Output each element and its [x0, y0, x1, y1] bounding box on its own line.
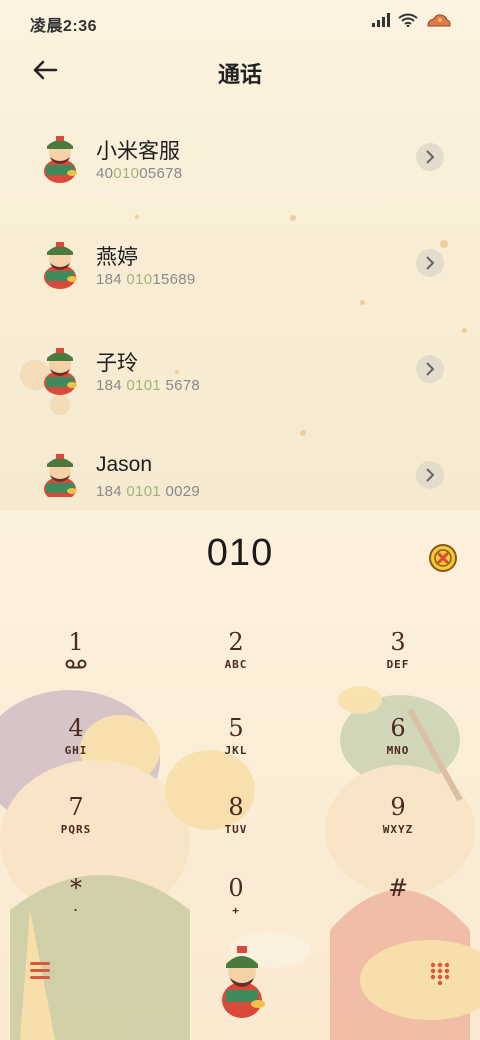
wifi-icon	[398, 13, 418, 27]
voicemail-icon	[65, 659, 87, 669]
avatar	[44, 242, 77, 289]
key-2[interactable]: 2 ABC	[171, 628, 301, 698]
status-bar: 凌晨2:36	[0, 0, 480, 44]
coin-icon[interactable]	[428, 543, 458, 573]
contact-detail-button[interactable]	[416, 355, 444, 383]
avatar	[44, 136, 77, 183]
key-digit: #	[387, 874, 409, 902]
key-letters: PQRS	[60, 823, 92, 836]
key-0[interactable]: 0 +	[171, 874, 301, 944]
contact-detail-button[interactable]	[416, 143, 444, 171]
key-8[interactable]: 8 TUV	[171, 793, 301, 863]
page-title: 通话	[217, 62, 262, 87]
key-6[interactable]: 6 MNO	[333, 714, 463, 784]
contact-name: Jason	[96, 453, 153, 476]
key-digit: *	[70, 874, 82, 902]
chevron-right-icon	[426, 468, 435, 482]
key-digit: 6	[390, 714, 406, 742]
signal-icon	[372, 13, 390, 27]
contact-row[interactable]: 燕婷 184 01015689	[0, 211, 480, 307]
contact-number: 184 0101 5678	[96, 377, 201, 394]
key-digit: 4	[68, 714, 84, 742]
contact-name: 子玲	[96, 352, 138, 375]
key-9[interactable]: 9 WXYZ	[333, 793, 463, 863]
contact-number: 4001005678	[96, 165, 183, 182]
avatar	[44, 454, 77, 497]
contact-number: 184 01015689	[96, 271, 196, 288]
contact-name: 燕婷	[96, 246, 138, 269]
key-digit: 7	[68, 793, 84, 821]
key-digit: 9	[390, 793, 406, 821]
contact-detail-button[interactable]	[416, 249, 444, 277]
key-letters: +	[232, 904, 240, 917]
contact-list: 小米客服 4001005678 燕婷 184 01015689 子玲 184 0…	[0, 105, 480, 497]
header: 通话	[0, 44, 480, 100]
dialpad-icon[interactable]	[430, 962, 450, 986]
dialed-number: 010	[206, 532, 274, 574]
chevron-right-icon	[426, 362, 435, 376]
contact-row[interactable]: Jason 184 0101 0029	[0, 423, 480, 497]
key-digit: 0	[228, 874, 244, 902]
key-hash[interactable]: #	[333, 874, 463, 944]
avatar	[44, 348, 77, 395]
key-digit: 5	[228, 714, 244, 742]
key-letters: ·	[72, 904, 80, 917]
key-digit: 8	[228, 793, 244, 821]
battery-icon	[427, 14, 451, 27]
contact-row[interactable]: 小米客服 4001005678	[0, 105, 480, 201]
key-3[interactable]: 3 DEF	[333, 628, 463, 698]
status-icons	[372, 12, 452, 28]
key-7[interactable]: 7 PQRS	[11, 793, 141, 863]
key-5[interactable]: 5 JKL	[171, 714, 301, 784]
key-1[interactable]: 1	[11, 628, 141, 698]
status-time: 凌晨2:36	[30, 18, 98, 35]
contact-number: 184 0101 0029	[96, 483, 201, 497]
key-letters: WXYZ	[382, 823, 414, 836]
chevron-right-icon	[426, 150, 435, 164]
key-star[interactable]: * ·	[11, 874, 141, 944]
key-letters: GHI	[64, 744, 88, 757]
key-letters: JKL	[224, 744, 248, 757]
chevron-right-icon	[426, 256, 435, 270]
contact-detail-button[interactable]	[416, 461, 444, 489]
call-button[interactable]	[214, 938, 270, 1020]
key-digit: 3	[390, 628, 406, 656]
key-letters: TUV	[224, 823, 248, 836]
contact-name: 小米客服	[96, 140, 180, 163]
key-letters: MNO	[386, 744, 410, 757]
key-letters: DEF	[386, 658, 410, 671]
key-digit: 1	[68, 628, 84, 656]
contact-row[interactable]: 子玲 184 0101 5678	[0, 317, 480, 413]
key-4[interactable]: 4 GHI	[11, 714, 141, 784]
key-digit: 2	[228, 628, 244, 656]
key-letters: ABC	[224, 658, 248, 671]
menu-icon[interactable]	[30, 962, 52, 982]
